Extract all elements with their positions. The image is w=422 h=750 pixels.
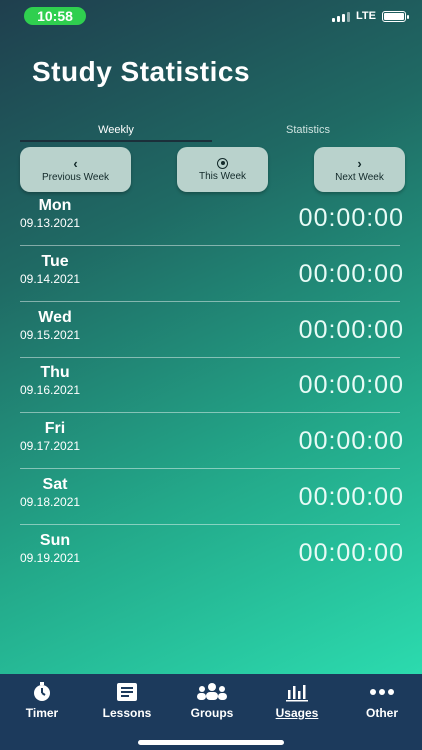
day-duration: 00:00:00 — [298, 483, 404, 511]
status-time: 10:58 — [24, 7, 86, 25]
row-divider — [20, 245, 400, 246]
day-name: Wed — [38, 309, 72, 326]
day-date: 09.16.2021 — [20, 383, 81, 397]
stopwatch-icon — [32, 682, 52, 702]
this-week-label: This Week — [198, 170, 247, 182]
nav-label: Usages — [275, 706, 319, 720]
nav-label: Lessons — [102, 706, 152, 720]
day-duration: 00:00:00 — [298, 204, 404, 232]
previous-week-button[interactable]: ‹ Previous Week — [20, 147, 131, 192]
row-divider — [20, 468, 400, 469]
status-bar: 10:58 LTE — [0, 0, 422, 34]
active-tab-indicator — [20, 140, 212, 142]
day-row-wed: Wed 09.15.2021 00:00:00 — [20, 309, 403, 365]
day-row-tue: Tue 09.14.2021 00:00:00 — [20, 253, 403, 309]
nav-other[interactable]: Other — [340, 682, 422, 722]
people-icon — [196, 682, 228, 702]
row-divider — [20, 412, 400, 413]
day-row-mon: Mon 09.13.2021 00:00:00 — [20, 197, 403, 253]
day-row-sun: Sun 09.19.2021 00:00:00 — [20, 532, 403, 588]
status-indicators: LTE — [332, 10, 409, 22]
row-divider — [20, 524, 400, 525]
day-name: Mon — [38, 197, 72, 214]
day-row-fri: Fri 09.17.2021 00:00:00 — [20, 420, 403, 476]
day-duration: 00:00:00 — [298, 260, 404, 288]
nav-timer[interactable]: Timer — [0, 682, 84, 722]
nav-label: Other — [365, 706, 398, 720]
day-name: Tue — [41, 253, 69, 270]
nav-groups[interactable]: Groups — [170, 682, 254, 722]
segment-tabs: Weekly Statistics — [20, 116, 404, 144]
tab-statistics[interactable]: Statistics — [212, 116, 404, 144]
day-date: 09.13.2021 — [20, 216, 81, 230]
network-label: LTE — [356, 10, 376, 22]
day-date: 09.19.2021 — [20, 551, 81, 565]
next-week-label: Next Week — [335, 171, 384, 183]
day-date: 09.18.2021 — [20, 495, 81, 509]
day-duration: 00:00:00 — [298, 427, 404, 455]
this-week-button[interactable]: This Week — [177, 147, 268, 192]
day-row-thu: Thu 09.16.2021 00:00:00 — [20, 364, 403, 420]
previous-week-label: Previous Week — [41, 171, 110, 183]
day-name: Fri — [44, 420, 66, 437]
day-row-sat: Sat 09.18.2021 00:00:00 — [20, 476, 403, 532]
page-title: Study Statistics — [32, 56, 251, 87]
row-divider — [20, 357, 400, 358]
day-date: 09.15.2021 — [20, 328, 81, 342]
day-date: 09.14.2021 — [20, 272, 81, 286]
day-duration: 00:00:00 — [298, 316, 404, 344]
chevron-left-icon: ‹ — [73, 155, 78, 171]
day-duration: 00:00:00 — [298, 371, 404, 399]
target-icon — [217, 157, 228, 169]
chevron-right-icon: › — [357, 155, 362, 171]
nav-label: Groups — [190, 706, 234, 720]
bar-chart-icon — [285, 682, 309, 702]
nav-lessons[interactable]: Lessons — [85, 682, 169, 722]
nav-label: Timer — [25, 706, 59, 720]
signal-icon — [332, 11, 351, 22]
day-duration: 00:00:00 — [298, 539, 404, 567]
bottom-tab-bar: Timer Lessons Groups Usages Other — [0, 674, 422, 750]
day-name: Sat — [42, 476, 68, 493]
row-divider — [20, 301, 400, 302]
home-indicator[interactable] — [138, 740, 284, 745]
day-date: 09.17.2021 — [20, 439, 81, 453]
nav-usages[interactable]: Usages — [255, 682, 339, 722]
day-name: Thu — [40, 364, 70, 381]
day-name: Sun — [39, 532, 71, 549]
book-icon — [116, 682, 138, 702]
next-week-button[interactable]: › Next Week — [314, 147, 405, 192]
battery-icon — [382, 10, 409, 22]
more-icon — [369, 682, 395, 702]
